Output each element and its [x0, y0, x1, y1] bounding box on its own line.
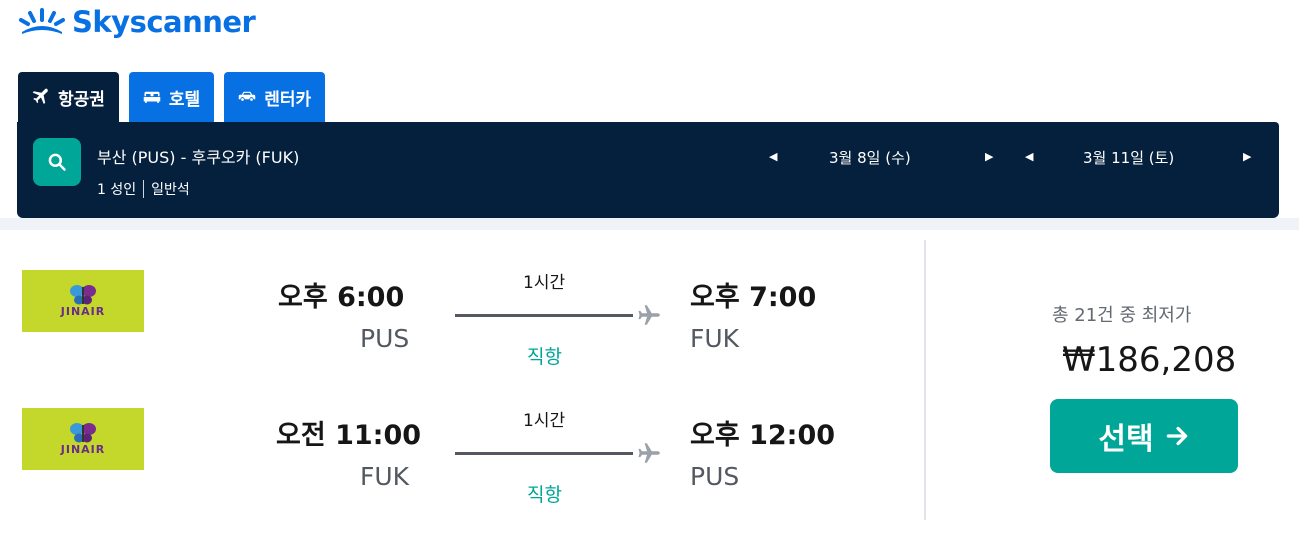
- plane-icon: [32, 88, 48, 104]
- divider: [143, 180, 145, 198]
- route-summary[interactable]: 부산 (PUS) - 후쿠오카 (FUK): [97, 144, 299, 168]
- plane-arrival-icon: [638, 443, 660, 463]
- airline-name: JINAIR: [60, 305, 106, 318]
- brand-name: Skyscanner: [72, 5, 256, 39]
- passenger-count: 1 성인: [97, 182, 137, 198]
- depart-time: 오후 6:00: [278, 282, 405, 313]
- return-date[interactable]: 3월 11일 (토): [1083, 147, 1174, 168]
- stops-label: 직항: [527, 346, 562, 368]
- airline-name: JINAIR: [60, 443, 106, 456]
- flight-line: [455, 452, 633, 455]
- arrow-right-icon: [1166, 426, 1187, 446]
- bed-icon: [143, 91, 161, 103]
- cabin-class: 일반석: [151, 182, 190, 198]
- depart-date-next-icon[interactable]: ▶: [985, 150, 993, 163]
- sunrise-logo-icon: [19, 8, 65, 34]
- flight-duration: 1시간: [523, 273, 566, 293]
- arrive-airport-code: FUK: [690, 324, 740, 353]
- skyscanner-logo[interactable]: Skyscanner: [18, 4, 256, 40]
- select-button[interactable]: 선택: [1050, 399, 1238, 473]
- flight-line: [455, 314, 633, 317]
- price-caption: 총 21건 중 최저가: [1052, 305, 1192, 326]
- tab-flights-label: 항공권: [58, 89, 105, 110]
- car-icon: [238, 91, 256, 101]
- depart-date[interactable]: 3월 8일 (수): [829, 147, 911, 168]
- outbound-leg: JINAIR 오후 6:00 PUS 1시간 직항 오후 7:00 FUK: [0, 250, 900, 370]
- flight-duration: 1시간: [523, 411, 566, 431]
- results-background: [0, 218, 1299, 230]
- tab-car-hire-label: 렌터카: [264, 89, 312, 110]
- return-date-next-icon[interactable]: ▶: [1243, 150, 1251, 163]
- tab-hotels-label: 호텔: [168, 89, 201, 110]
- depart-time: 오전 11:00: [276, 420, 422, 451]
- return-leg: JINAIR 오전 11:00 FUK 1시간 직항 오후 12:00 PUS: [0, 388, 900, 508]
- product-tabs: 항공권 호텔 렌터카: [18, 72, 326, 122]
- tab-hotels[interactable]: 호텔: [128, 72, 215, 122]
- tab-flights[interactable]: 항공권: [18, 72, 119, 122]
- search-icon: [48, 153, 66, 171]
- arrive-time: 오후 12:00: [690, 420, 836, 451]
- plane-arrival-icon: [638, 305, 660, 325]
- stops-label: 직항: [527, 484, 562, 506]
- select-button-label: 선택: [1098, 422, 1154, 457]
- search-button[interactable]: [33, 138, 81, 186]
- arrive-time: 오후 7:00: [690, 282, 817, 313]
- depart-date-prev-icon[interactable]: ◀: [769, 150, 777, 163]
- price-value: ₩186,208: [1062, 340, 1237, 380]
- return-date-prev-icon[interactable]: ◀: [1025, 150, 1033, 163]
- tab-car-hire[interactable]: 렌터카: [224, 72, 326, 122]
- search-summary-bar[interactable]: 부산 (PUS) - 후쿠오카 (FUK) 1 성인 일반석 ◀ 3월 8일 (…: [17, 122, 1279, 218]
- butterfly-icon: [70, 285, 96, 305]
- depart-airport-code: PUS: [360, 324, 410, 353]
- arrive-airport-code: PUS: [690, 462, 740, 491]
- passenger-cabin-summary[interactable]: 1 성인 일반석: [97, 179, 190, 199]
- airline-logo: JINAIR: [22, 408, 144, 470]
- vertical-divider: [924, 240, 926, 520]
- airline-logo: JINAIR: [22, 270, 144, 332]
- depart-airport-code: FUK: [360, 462, 410, 491]
- butterfly-icon: [70, 423, 96, 443]
